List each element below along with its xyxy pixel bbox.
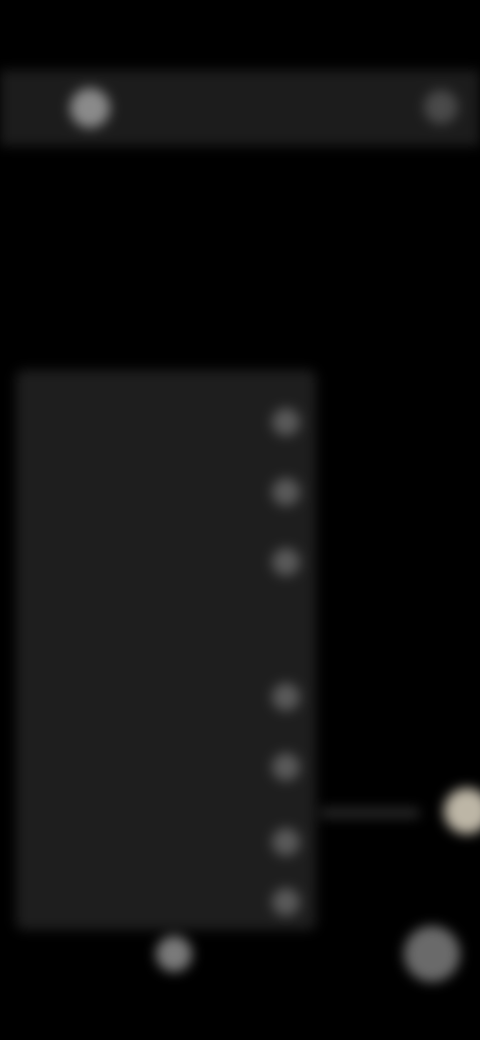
settings-row[interactable] [16, 390, 316, 450]
settings-row[interactable] [16, 810, 316, 870]
toggle-icon[interactable] [272, 408, 300, 436]
settings-row[interactable] [16, 665, 316, 725]
more-icon[interactable] [424, 90, 458, 124]
status-bar [0, 0, 480, 60]
settings-row[interactable] [16, 595, 316, 655]
avatar-icon[interactable] [70, 88, 110, 128]
top-app-bar [0, 70, 480, 146]
indicator-icon[interactable] [156, 936, 192, 972]
fab-icon[interactable] [404, 926, 460, 982]
toggle-icon[interactable] [272, 888, 300, 916]
toggle-icon[interactable] [272, 828, 300, 856]
side-slider-track[interactable] [320, 808, 420, 818]
blurred-screen [0, 0, 480, 1040]
toggle-icon[interactable] [272, 753, 300, 781]
settings-row[interactable] [16, 735, 316, 795]
slider-knob-icon[interactable] [444, 788, 480, 834]
toggle-icon[interactable] [272, 683, 300, 711]
settings-panel [16, 370, 316, 930]
settings-row[interactable] [16, 460, 316, 520]
toggle-icon[interactable] [272, 478, 300, 506]
toggle-icon[interactable] [272, 548, 300, 576]
settings-row[interactable] [16, 530, 316, 590]
settings-row[interactable] [16, 870, 316, 930]
